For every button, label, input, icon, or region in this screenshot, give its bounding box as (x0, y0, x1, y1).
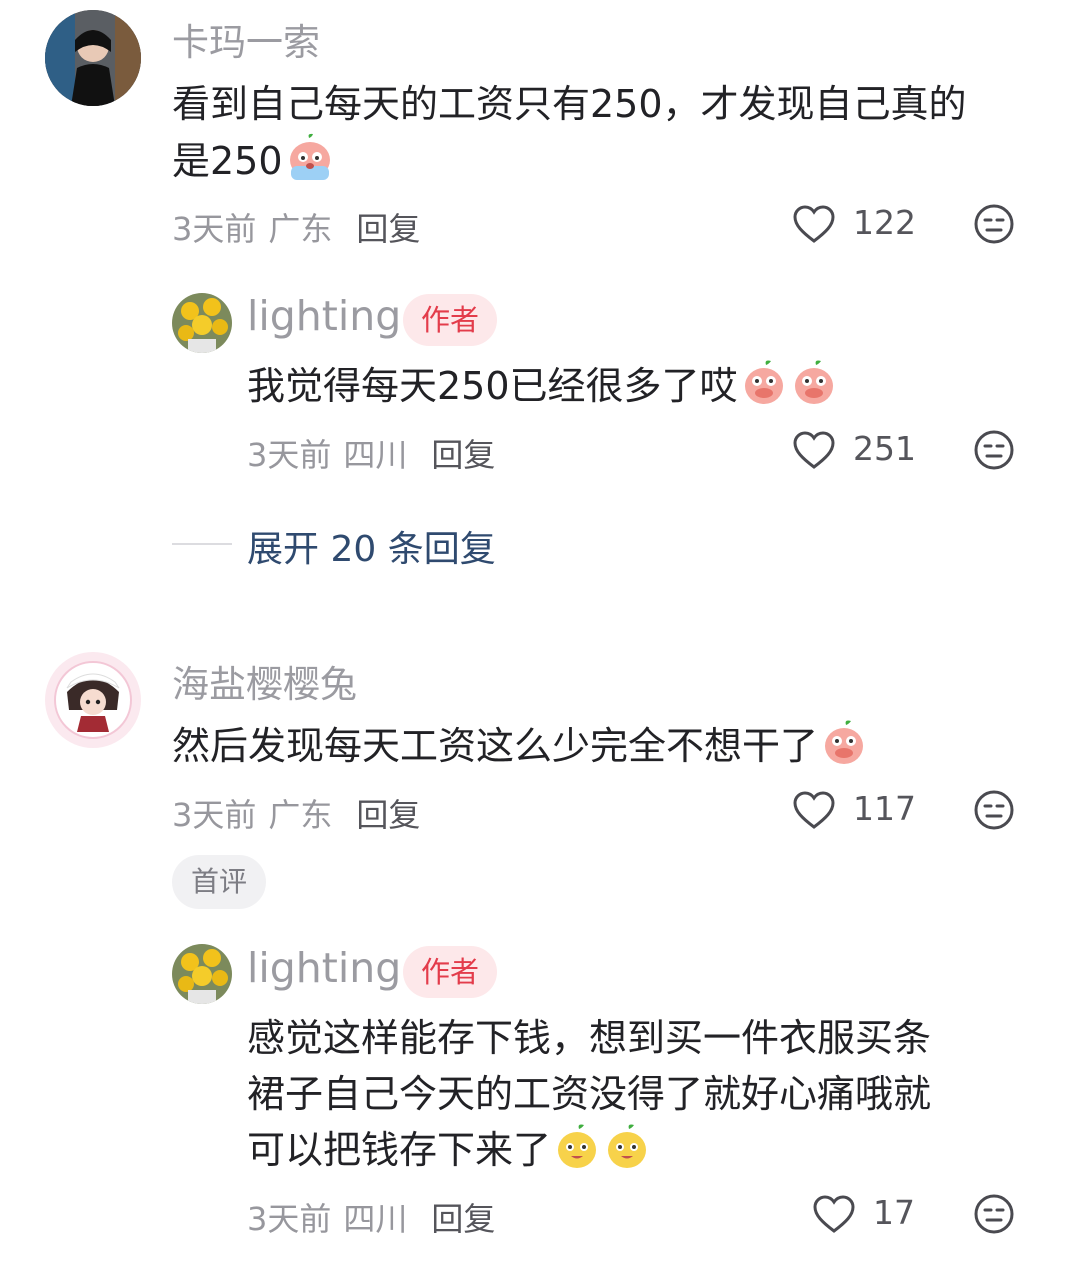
like-count: 122 (853, 203, 916, 242)
comment-location: 四川 (343, 1200, 408, 1238)
comment-text: 裙子自己今天的工资没得了就好心痛哦就 (247, 1072, 932, 1116)
author-badge: 作者 (403, 946, 497, 998)
avatar[interactable] (45, 10, 141, 106)
comment-time: 3天前 (247, 436, 332, 474)
smiling-chick-emoji-icon (553, 1123, 601, 1186)
expand-replies-button[interactable]: 展开 20 条回复 (247, 520, 496, 572)
comment-location: 广东 (268, 796, 333, 834)
dislike-face-icon[interactable] (973, 429, 1015, 471)
comment-time: 3天前 (172, 210, 257, 248)
reply-button[interactable]: 回复 (356, 796, 420, 834)
comment-text: 是250 (172, 132, 335, 197)
like-count: 17 (873, 1193, 915, 1232)
comment-time: 3天前 (247, 1200, 332, 1238)
first-comment-badge: 首评 (172, 855, 266, 909)
comment-text: 然后发现每天工资这么少完全不想干了 (172, 718, 868, 782)
shy-pig-emoji-icon (740, 359, 788, 422)
comment-text: 可以把钱存下来了 (247, 1122, 651, 1186)
avatar[interactable] (172, 293, 232, 353)
comment-location: 四川 (343, 436, 408, 474)
smiling-chick-emoji-icon (603, 1123, 651, 1186)
reply-button[interactable]: 回复 (356, 210, 420, 248)
dislike-face-icon[interactable] (973, 1193, 1015, 1235)
comment-text: 感觉这样能存下钱，想到买一件衣服买条 (247, 1016, 932, 1060)
shy-pig-emoji-icon (820, 719, 868, 782)
username[interactable]: lighting (247, 944, 401, 992)
comment-text: 我觉得每天250已经很多了哎 (247, 358, 838, 422)
avatar[interactable] (172, 944, 232, 1004)
heart-icon[interactable] (792, 430, 836, 470)
heart-icon[interactable] (812, 1194, 856, 1234)
reply-button[interactable]: 回复 (431, 436, 495, 474)
expand-divider (172, 543, 232, 545)
dislike-face-icon[interactable] (973, 203, 1015, 245)
author-badge: 作者 (403, 294, 497, 346)
comment-meta: 3天前 四川 回复 (247, 430, 495, 476)
shy-pig-emoji-icon (790, 359, 838, 422)
comment-location: 广东 (268, 210, 333, 248)
username[interactable]: 卡玛一索 (172, 12, 320, 66)
comment-meta: 3天前 四川 回复 (247, 1194, 495, 1240)
heart-icon[interactable] (792, 204, 836, 244)
like-count: 251 (853, 429, 916, 468)
dislike-face-icon[interactable] (973, 789, 1015, 831)
like-count: 117 (853, 789, 916, 828)
username[interactable]: lighting (247, 292, 401, 340)
username[interactable]: 海盐樱樱兔 (172, 654, 357, 708)
comment-meta: 3天前 广东 回复 (172, 204, 420, 250)
heart-icon[interactable] (792, 790, 836, 830)
comment-time: 3天前 (172, 796, 257, 834)
reply-button[interactable]: 回复 (431, 1200, 495, 1238)
comment-text: 看到自己每天的工资只有250，才发现自己真的 (172, 82, 967, 126)
crying-pig-emoji-icon (285, 132, 335, 197)
avatar[interactable] (45, 652, 141, 748)
comment-meta: 3天前 广东 回复 (172, 790, 420, 836)
